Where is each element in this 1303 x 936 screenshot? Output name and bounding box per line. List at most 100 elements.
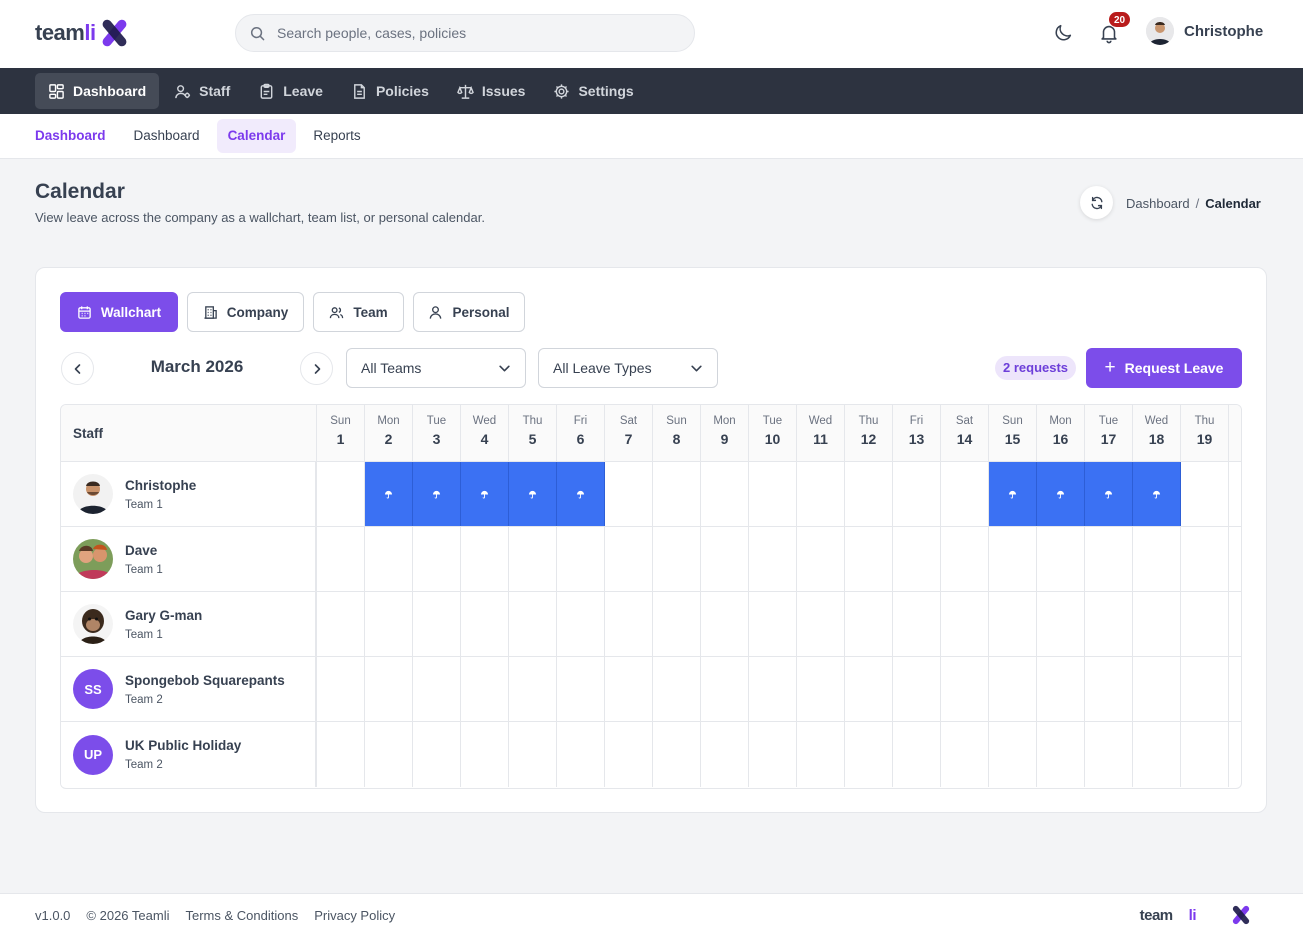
- day-cell[interactable]: [941, 657, 989, 721]
- view-personal-button[interactable]: Personal: [413, 292, 525, 332]
- day-cell[interactable]: [989, 592, 1037, 656]
- day-cell[interactable]: [365, 722, 413, 787]
- day-cell[interactable]: [653, 657, 701, 721]
- leave-day-cell[interactable]: [365, 462, 413, 526]
- day-cell[interactable]: [653, 527, 701, 591]
- leave-type-filter-select[interactable]: All Leave Types: [538, 348, 718, 388]
- day-cell[interactable]: [797, 722, 845, 787]
- day-cell[interactable]: [893, 592, 941, 656]
- staff-cell[interactable]: SS Spongebob Squarepants Team 2: [61, 657, 317, 721]
- day-cell[interactable]: [1133, 657, 1181, 721]
- day-cell[interactable]: [1181, 722, 1229, 787]
- day-cell[interactable]: [605, 722, 653, 787]
- day-cell[interactable]: [941, 592, 989, 656]
- day-cell[interactable]: [461, 722, 509, 787]
- day-cell[interactable]: [749, 527, 797, 591]
- day-cell[interactable]: [461, 527, 509, 591]
- day-cell[interactable]: [461, 592, 509, 656]
- day-cell[interactable]: [1181, 592, 1229, 656]
- footer-terms-link[interactable]: Terms & Conditions: [185, 908, 298, 923]
- day-cell[interactable]: [1085, 527, 1133, 591]
- nav-item-policies[interactable]: Policies: [338, 73, 442, 109]
- next-month-button[interactable]: [300, 352, 333, 385]
- day-cell[interactable]: [557, 657, 605, 721]
- day-cell[interactable]: [797, 592, 845, 656]
- breadcrumb-dashboard[interactable]: Dashboard: [1126, 196, 1190, 211]
- day-cell[interactable]: [557, 592, 605, 656]
- leave-day-cell[interactable]: [413, 462, 461, 526]
- day-cell[interactable]: [893, 657, 941, 721]
- day-cell[interactable]: [1133, 527, 1181, 591]
- day-cell[interactable]: [317, 462, 365, 526]
- day-cell[interactable]: [557, 527, 605, 591]
- day-cell[interactable]: [1037, 657, 1085, 721]
- day-cell[interactable]: [845, 462, 893, 526]
- day-cell[interactable]: [989, 722, 1037, 787]
- day-cell[interactable]: [317, 722, 365, 787]
- nav-item-leave[interactable]: Leave: [245, 73, 336, 109]
- team-filter-select[interactable]: All Teams: [346, 348, 526, 388]
- day-cell[interactable]: [749, 722, 797, 787]
- day-cell[interactable]: [989, 527, 1037, 591]
- day-cell[interactable]: [749, 657, 797, 721]
- day-cell[interactable]: [413, 657, 461, 721]
- nav-item-settings[interactable]: Settings: [540, 73, 646, 109]
- staff-cell[interactable]: Gary G-man Team 1: [61, 592, 317, 656]
- prev-month-button[interactable]: [61, 352, 94, 385]
- day-cell[interactable]: [653, 592, 701, 656]
- day-cell[interactable]: [413, 527, 461, 591]
- day-cell[interactable]: [365, 592, 413, 656]
- nav-item-issues[interactable]: Issues: [444, 73, 539, 109]
- subnav-item-calendar[interactable]: Calendar: [216, 119, 297, 153]
- day-cell[interactable]: [1085, 722, 1133, 787]
- staff-cell[interactable]: Dave Team 1: [61, 527, 317, 591]
- leave-day-cell[interactable]: [989, 462, 1037, 526]
- day-cell[interactable]: [1133, 592, 1181, 656]
- search-input[interactable]: [277, 25, 677, 41]
- leave-day-cell[interactable]: [1133, 462, 1181, 526]
- subnav-item-reports[interactable]: Reports: [302, 119, 371, 153]
- day-cell[interactable]: [941, 462, 989, 526]
- day-cell[interactable]: [365, 527, 413, 591]
- day-cell[interactable]: [845, 592, 893, 656]
- staff-cell[interactable]: Christophe Team 1: [61, 462, 317, 526]
- view-company-button[interactable]: Company: [187, 292, 304, 332]
- subnav-section-title[interactable]: Dashboard: [24, 119, 117, 153]
- leave-day-cell[interactable]: [557, 462, 605, 526]
- leave-day-cell[interactable]: [1037, 462, 1085, 526]
- day-cell[interactable]: [797, 657, 845, 721]
- staff-cell[interactable]: UP UK Public Holiday Team 2: [61, 722, 317, 787]
- day-cell[interactable]: [1181, 657, 1229, 721]
- day-cell[interactable]: [797, 462, 845, 526]
- day-cell[interactable]: [1133, 722, 1181, 787]
- day-cell[interactable]: [701, 592, 749, 656]
- day-cell[interactable]: [845, 527, 893, 591]
- day-cell[interactable]: [509, 592, 557, 656]
- day-cell[interactable]: [509, 657, 557, 721]
- day-cell[interactable]: [749, 462, 797, 526]
- day-cell[interactable]: [413, 592, 461, 656]
- day-cell[interactable]: [893, 527, 941, 591]
- day-cell[interactable]: [701, 527, 749, 591]
- refresh-button[interactable]: [1080, 186, 1113, 219]
- day-cell[interactable]: [845, 722, 893, 787]
- day-cell[interactable]: [605, 592, 653, 656]
- day-cell[interactable]: [941, 722, 989, 787]
- day-cell[interactable]: [317, 527, 365, 591]
- day-cell[interactable]: [509, 722, 557, 787]
- day-cell[interactable]: [941, 527, 989, 591]
- day-cell[interactable]: [1085, 657, 1133, 721]
- view-wallchart-button[interactable]: Wallchart: [60, 292, 178, 332]
- day-cell[interactable]: [653, 722, 701, 787]
- subnav-item-dashboard[interactable]: Dashboard: [123, 119, 211, 153]
- day-cell[interactable]: [989, 657, 1037, 721]
- request-leave-button[interactable]: + Request Leave: [1086, 348, 1242, 388]
- day-cell[interactable]: [1085, 592, 1133, 656]
- day-cell[interactable]: [701, 657, 749, 721]
- day-cell[interactable]: [797, 527, 845, 591]
- teamli-logo[interactable]: teamli: [35, 16, 130, 50]
- day-cell[interactable]: [845, 657, 893, 721]
- user-menu[interactable]: Christophe: [1146, 17, 1263, 45]
- day-cell[interactable]: [317, 592, 365, 656]
- day-cell[interactable]: [1181, 527, 1229, 591]
